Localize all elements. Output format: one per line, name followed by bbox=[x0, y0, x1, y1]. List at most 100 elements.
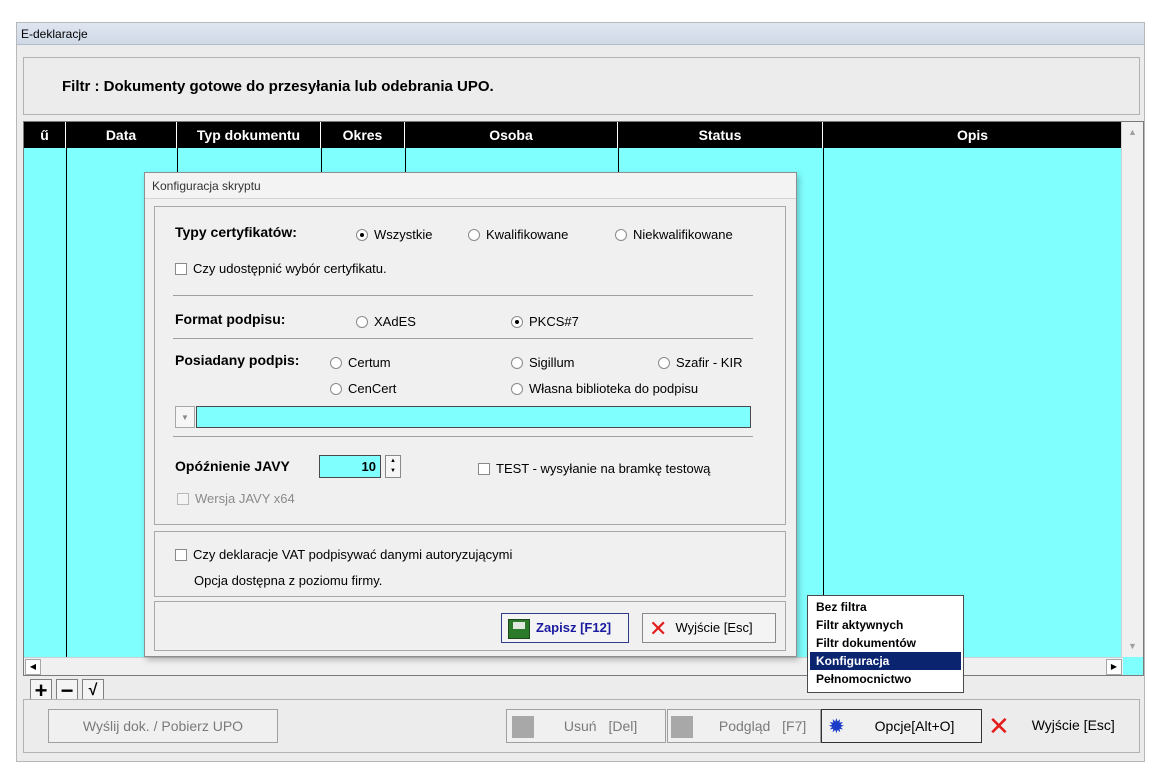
grid-header: ű Data Typ dokumentu Okres Osoba Status … bbox=[24, 122, 1122, 148]
radio-pkcs7[interactable]: PKCS#7 bbox=[511, 314, 579, 329]
radio-label: Niekwalifikowane bbox=[633, 227, 733, 242]
java-delay-stepper[interactable]: ▲ ▼ bbox=[385, 455, 401, 478]
filter-panel: Filtr : Dokumenty gotowe do przesyłania … bbox=[23, 57, 1140, 115]
radio-label: Certum bbox=[348, 355, 391, 370]
settings-group: Typy certyfikatów: Wszystkie Kwalifikowa… bbox=[154, 206, 786, 525]
save-label: Zapisz [F12] bbox=[536, 620, 612, 635]
save-button[interactable]: Zapisz [F12] bbox=[501, 613, 629, 643]
radio-label: Sigillum bbox=[529, 355, 575, 370]
dialog-buttons-group: Zapisz [F12] ✕ Wyjście [Esc] bbox=[154, 601, 786, 651]
radio-icon bbox=[511, 383, 523, 395]
column-divider bbox=[823, 148, 824, 657]
signature-format-label: Format podpisu: bbox=[175, 311, 286, 327]
separator bbox=[173, 295, 753, 296]
separator bbox=[173, 436, 753, 437]
scroll-right-icon[interactable]: ▶ bbox=[1106, 659, 1122, 675]
scroll-down-icon[interactable]: ▼ bbox=[1124, 638, 1141, 655]
menu-item-active-filter[interactable]: Filtr aktywnych bbox=[810, 616, 961, 634]
radio-icon bbox=[615, 229, 627, 241]
menu-item-configuration[interactable]: Konfiguracja bbox=[810, 652, 961, 670]
options-menu: Bez filtra Filtr aktywnych Filtr dokumen… bbox=[807, 595, 964, 693]
radio-icon bbox=[658, 357, 670, 369]
checkbox-icon bbox=[478, 463, 490, 475]
radio-icon bbox=[356, 316, 368, 328]
radio-cert-all[interactable]: Wszystkie bbox=[356, 227, 433, 242]
chevron-down-icon: ▼ bbox=[181, 413, 189, 422]
radio-szafir-kir[interactable]: Szafir - KIR bbox=[658, 355, 742, 370]
gear-icon: ✹ bbox=[828, 716, 845, 739]
delete-label: Usuń bbox=[563, 718, 597, 734]
send-download-upo-button[interactable]: Wyślij dok. / Pobierz UPO bbox=[48, 709, 278, 743]
radio-label: Kwalifikowane bbox=[486, 227, 569, 242]
separator bbox=[173, 338, 753, 339]
preview-button[interactable]: Podgląd [F7] bbox=[667, 709, 821, 743]
vat-group: Czy deklaracje VAT podpisywać danymi aut… bbox=[154, 531, 786, 597]
java-delay-input[interactable]: 10 bbox=[319, 455, 381, 478]
scroll-left-icon[interactable]: ◀ bbox=[25, 659, 41, 675]
preview-shortcut: [F7] bbox=[782, 718, 807, 734]
menu-item-no-filter[interactable]: Bez filtra bbox=[810, 598, 961, 616]
checkbox-icon bbox=[177, 493, 189, 505]
column-header-marker[interactable]: ű bbox=[24, 122, 66, 148]
radio-label: XAdES bbox=[374, 314, 416, 329]
stepper-up-icon[interactable]: ▲ bbox=[386, 456, 400, 466]
radio-xades[interactable]: XAdES bbox=[356, 314, 416, 329]
menu-item-document-filter[interactable]: Filtr dokumentów bbox=[810, 634, 961, 652]
column-header-opis[interactable]: Opis bbox=[823, 122, 1122, 148]
dialog-exit-button[interactable]: ✕ Wyjście [Esc] bbox=[642, 613, 776, 643]
radio-icon bbox=[468, 229, 480, 241]
dialog-title: Konfiguracja skryptu bbox=[145, 173, 796, 199]
test-send-checkbox[interactable]: TEST - wysyłanie na bramkę testową bbox=[478, 461, 710, 476]
options-label: Opcje[Alt+O] bbox=[874, 718, 955, 734]
checkbox-label: Czy udostępnić wybór certyfikatu. bbox=[193, 261, 387, 276]
column-header-okres[interactable]: Okres bbox=[321, 122, 405, 148]
preview-label: Podgląd bbox=[718, 718, 771, 734]
radio-own-library[interactable]: Własna biblioteka do podpisu bbox=[511, 381, 698, 396]
checkbox-label: Wersja JAVY x64 bbox=[195, 491, 295, 506]
checkbox-icon bbox=[175, 549, 187, 561]
script-config-dialog: Konfiguracja skryptu Typy certyfikatów: … bbox=[144, 172, 797, 657]
radio-certum[interactable]: Certum bbox=[330, 355, 391, 370]
column-divider bbox=[66, 148, 67, 657]
radio-selected-icon bbox=[511, 316, 523, 328]
radio-selected-icon bbox=[356, 229, 368, 241]
vertical-scrollbar[interactable]: ▲ ▼ bbox=[1121, 122, 1143, 657]
delete-icon bbox=[512, 716, 534, 739]
radio-cert-unqualified[interactable]: Niekwalifikowane bbox=[615, 227, 733, 242]
scroll-up-icon[interactable]: ▲ bbox=[1124, 124, 1141, 141]
vat-sign-checkbox[interactable]: Czy deklaracje VAT podpisywać danymi aut… bbox=[175, 547, 512, 562]
window-title: E-deklaracje bbox=[17, 23, 1144, 45]
checkbox-label: TEST - wysyłanie na bramkę testową bbox=[496, 461, 711, 476]
column-header-typ-dokumentu[interactable]: Typ dokumentu bbox=[177, 122, 321, 148]
filter-text: Filtr : Dokumenty gotowe do przesyłania … bbox=[62, 78, 494, 95]
close-icon: ✕ bbox=[649, 616, 668, 641]
preview-icon bbox=[671, 716, 693, 739]
column-header-osoba[interactable]: Osoba bbox=[405, 122, 618, 148]
checkbox-label: Czy deklaracje VAT podpisywać danymi aut… bbox=[193, 547, 513, 562]
share-cert-choice-checkbox[interactable]: Czy udostępnić wybór certyfikatu. bbox=[175, 261, 387, 276]
save-icon bbox=[508, 618, 530, 639]
radio-label: Wszystkie bbox=[374, 227, 433, 242]
library-dropdown-button[interactable]: ▼ bbox=[175, 406, 195, 428]
dialog-exit-label: Wyjście [Esc] bbox=[675, 620, 753, 636]
radio-label: PKCS#7 bbox=[529, 314, 579, 329]
checkbox-icon bbox=[175, 263, 187, 275]
company-note: Opcja dostępna z poziomu firmy. bbox=[194, 573, 383, 588]
java-delay-label: Opóźnienie JAVY bbox=[175, 458, 290, 474]
options-button[interactable]: ✹ Opcje[Alt+O] bbox=[821, 709, 982, 743]
radio-cert-qualified[interactable]: Kwalifikowane bbox=[468, 227, 568, 242]
radio-sigillum[interactable]: Sigillum bbox=[511, 355, 575, 370]
stepper-down-icon[interactable]: ▼ bbox=[386, 466, 400, 476]
radio-label: CenCert bbox=[348, 381, 397, 396]
column-header-data[interactable]: Data bbox=[66, 122, 177, 148]
java-x64-checkbox: Wersja JAVY x64 bbox=[177, 491, 295, 506]
radio-cencert[interactable]: CenCert bbox=[330, 381, 396, 396]
radio-icon bbox=[511, 357, 523, 369]
menu-item-power-of-attorney[interactable]: Pełnomocnictwo bbox=[810, 670, 961, 688]
delete-button[interactable]: Usuń [Del] bbox=[506, 709, 666, 743]
radio-label: Własna biblioteka do podpisu bbox=[529, 381, 699, 396]
exit-button[interactable]: ✕ Wyjście [Esc] bbox=[984, 709, 1142, 743]
library-path-field[interactable] bbox=[196, 406, 751, 428]
column-header-status[interactable]: Status bbox=[618, 122, 823, 148]
owned-signature-label: Posiadany podpis: bbox=[175, 352, 300, 368]
